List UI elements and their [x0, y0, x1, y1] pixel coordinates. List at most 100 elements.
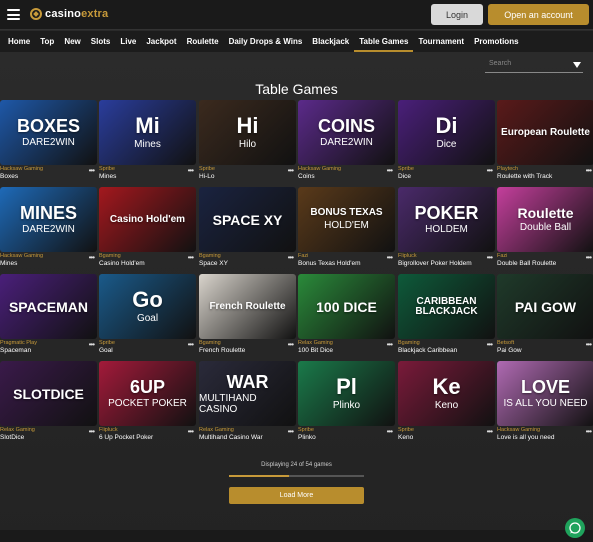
- more-options-icon[interactable]: •••: [586, 166, 592, 175]
- nav-item-blackjack[interactable]: Blackjack: [307, 31, 354, 52]
- more-options-icon[interactable]: •••: [487, 427, 493, 436]
- logo[interactable]: casinoextra: [30, 8, 108, 20]
- chevron-down-icon[interactable]: [573, 62, 581, 68]
- open-account-button[interactable]: Open an account: [488, 4, 589, 25]
- more-options-icon[interactable]: •••: [387, 340, 393, 349]
- game-thumbnail[interactable]: SLOTDICE: [0, 361, 97, 426]
- nav-item-slots[interactable]: Slots: [86, 31, 116, 52]
- game-art-subtitle: Hilo: [238, 139, 257, 150]
- more-options-icon[interactable]: •••: [586, 340, 592, 349]
- game-thumbnail[interactable]: CARIBBEAN BLACKJACK: [398, 274, 495, 339]
- game-thumbnail[interactable]: Pl Plinko: [298, 361, 395, 426]
- game-card[interactable]: 6UP POCKET POKER Flipluck 6 Up Pocket Poker…: [99, 361, 196, 447]
- menu-icon[interactable]: [7, 9, 20, 20]
- more-options-icon[interactable]: •••: [387, 166, 393, 175]
- more-options-icon[interactable]: •••: [188, 166, 194, 175]
- more-options-icon[interactable]: •••: [188, 340, 194, 349]
- nav-item-home[interactable]: Home: [3, 31, 35, 52]
- game-card[interactable]: CARIBBEAN BLACKJACK Bgaming Blackjack Cari…: [398, 274, 495, 360]
- game-card[interactable]: PAI GOW Betsoft Pai Gow •••: [497, 274, 593, 360]
- game-art-subtitle: Dice: [436, 139, 457, 150]
- game-card[interactable]: Hi Hilo Spribe Hi-Lo •••: [199, 100, 296, 186]
- more-options-icon[interactable]: •••: [89, 166, 95, 175]
- game-card[interactable]: SPACE XY Bgaming Space XY •••: [199, 187, 296, 273]
- game-thumbnail[interactable]: Ke Keno: [398, 361, 495, 426]
- game-card[interactable]: LOVE IS ALL YOU NEED Hacksaw Gaming Love is…: [497, 361, 593, 447]
- game-art-title: WAR: [226, 371, 269, 392]
- nav-item-daily-drops-wins[interactable]: Daily Drops & Wins: [224, 31, 308, 52]
- search-input[interactable]: Search: [485, 56, 583, 73]
- nav-item-roulette[interactable]: Roulette: [182, 31, 224, 52]
- game-card[interactable]: BOXES DARE2WIN Hacksaw Gaming Boxes •••: [0, 100, 97, 186]
- game-card[interactable]: Go Goal Spribe Goal •••: [99, 274, 196, 360]
- game-card[interactable]: Roulette Double Ball Fazi Double Ball Roule…: [497, 187, 593, 273]
- game-thumbnail[interactable]: SPACEMAN: [0, 274, 97, 339]
- more-options-icon[interactable]: •••: [288, 340, 294, 349]
- chat-button[interactable]: [565, 518, 585, 538]
- game-card[interactable]: Ke Keno Spribe Keno •••: [398, 361, 495, 447]
- more-options-icon[interactable]: •••: [586, 253, 592, 262]
- game-thumbnail[interactable]: PAI GOW: [497, 274, 593, 339]
- game-thumbnail[interactable]: SPACE XY: [199, 187, 296, 252]
- game-thumbnail[interactable]: LOVE IS ALL YOU NEED: [497, 361, 593, 426]
- more-options-icon[interactable]: •••: [188, 253, 194, 262]
- nav-item-jackpot[interactable]: Jackpot: [141, 31, 181, 52]
- more-options-icon[interactable]: •••: [288, 166, 294, 175]
- game-card[interactable]: COINS DARE2WIN Hacksaw Gaming Coins •••: [298, 100, 395, 186]
- more-options-icon[interactable]: •••: [89, 253, 95, 262]
- more-options-icon[interactable]: •••: [487, 253, 493, 262]
- game-thumbnail[interactable]: Mi Mines: [99, 100, 196, 165]
- game-card[interactable]: Casino Hold'em Bgaming Casino Hold'em •••: [99, 187, 196, 273]
- game-thumbnail[interactable]: Go Goal: [99, 274, 196, 339]
- game-thumbnail[interactable]: BOXES DARE2WIN: [0, 100, 97, 165]
- load-more-button[interactable]: Load More: [229, 487, 364, 504]
- game-card[interactable]: French Roulette Bgaming French Roulette •••: [199, 274, 296, 360]
- nav-item-top[interactable]: Top: [35, 31, 59, 52]
- game-thumbnail[interactable]: WAR MULTIHAND CASINO: [199, 361, 296, 426]
- game-card[interactable]: MINES DARE2WIN Hacksaw Gaming Mines •••: [0, 187, 97, 273]
- more-options-icon[interactable]: •••: [387, 427, 393, 436]
- more-options-icon[interactable]: •••: [487, 340, 493, 349]
- game-thumbnail[interactable]: Casino Hold'em: [99, 187, 196, 252]
- bottom-bar: [0, 530, 593, 542]
- nav-item-table-games[interactable]: Table Games: [354, 31, 414, 52]
- more-options-icon[interactable]: •••: [288, 253, 294, 262]
- nav-item-promotions[interactable]: Promotions: [469, 31, 523, 52]
- game-art-subtitle: Double Ball: [519, 222, 572, 233]
- game-card[interactable]: European Roulette Playtech Roulette with T…: [497, 100, 593, 186]
- game-thumbnail[interactable]: POKER HOLDEM: [398, 187, 495, 252]
- nav-item-live[interactable]: Live: [115, 31, 141, 52]
- game-thumbnail[interactable]: MINES DARE2WIN: [0, 187, 97, 252]
- login-button[interactable]: Login: [431, 4, 483, 25]
- nav-item-tournament[interactable]: Tournament: [413, 31, 469, 52]
- more-options-icon[interactable]: •••: [387, 253, 393, 262]
- game-thumbnail[interactable]: European Roulette: [497, 100, 593, 165]
- game-thumbnail[interactable]: 6UP POCKET POKER: [99, 361, 196, 426]
- game-card[interactable]: SLOTDICE Relax Gaming SlotDice •••: [0, 361, 97, 447]
- nav-item-new[interactable]: New: [59, 31, 85, 52]
- game-name: Hi-Lo: [199, 173, 215, 180]
- more-options-icon[interactable]: •••: [487, 166, 493, 175]
- game-thumbnail[interactable]: Di Dice: [398, 100, 495, 165]
- game-card[interactable]: Di Dice Spribe Dice •••: [398, 100, 495, 186]
- game-card[interactable]: Pl Plinko Spribe Plinko •••: [298, 361, 395, 447]
- game-card[interactable]: BONUS TEXAS HOLD'EM Fazi Bonus Texas Hold'e…: [298, 187, 395, 273]
- game-card[interactable]: Mi Mines Spribe Mines •••: [99, 100, 196, 186]
- more-options-icon[interactable]: •••: [89, 340, 95, 349]
- game-card[interactable]: WAR MULTIHAND CASINO Relax Gaming Multihand…: [199, 361, 296, 447]
- more-options-icon[interactable]: •••: [586, 427, 592, 436]
- game-thumbnail[interactable]: 100 DICE: [298, 274, 395, 339]
- game-thumbnail[interactable]: BONUS TEXAS HOLD'EM: [298, 187, 395, 252]
- game-card[interactable]: POKER HOLDEM Flipluck Bigrollover Poker Hol…: [398, 187, 495, 273]
- game-thumbnail[interactable]: COINS DARE2WIN: [298, 100, 395, 165]
- more-options-icon[interactable]: •••: [89, 427, 95, 436]
- game-card[interactable]: SPACEMAN Pragmatic Play Spaceman •••: [0, 274, 97, 360]
- game-thumbnail[interactable]: Roulette Double Ball: [497, 187, 593, 252]
- more-options-icon[interactable]: •••: [188, 427, 194, 436]
- more-options-icon[interactable]: •••: [288, 427, 294, 436]
- game-thumbnail[interactable]: French Roulette: [199, 274, 296, 339]
- game-provider: Spribe: [298, 427, 314, 433]
- game-card[interactable]: 100 DICE Relax Gaming 100 Bit Dice •••: [298, 274, 395, 360]
- game-thumbnail[interactable]: Hi Hilo: [199, 100, 296, 165]
- game-art-title: 6UP: [129, 377, 165, 397]
